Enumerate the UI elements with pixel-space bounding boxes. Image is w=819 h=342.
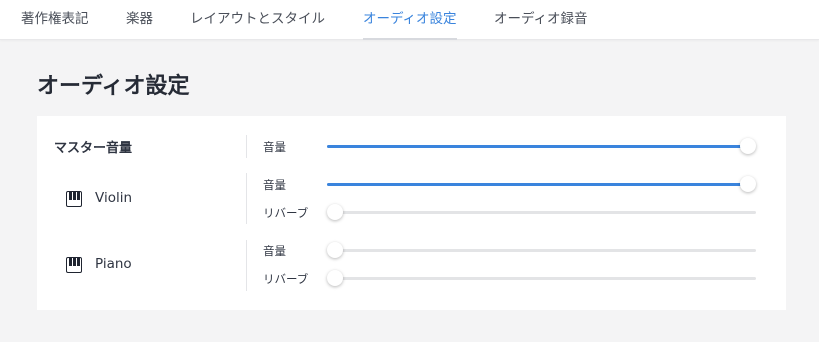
violin-volume-slider[interactable]: [327, 176, 756, 192]
slider-thumb[interactable]: [327, 270, 343, 286]
tab-audio-settings[interactable]: オーディオ設定: [363, 0, 457, 40]
master-volume-label: マスター音量: [54, 141, 133, 156]
reverb-label: リバーブ: [263, 272, 309, 286]
violin-reverb-slider[interactable]: [327, 204, 756, 220]
tab-audio-recording[interactable]: オーディオ録音: [494, 0, 588, 40]
volume-label: 音量: [263, 244, 286, 258]
slider-track: [327, 210, 756, 214]
page-title: オーディオ設定: [37, 74, 190, 99]
tab-layout-style[interactable]: レイアウトとスタイル: [190, 0, 325, 40]
slider-track: [327, 276, 756, 280]
slider-thumb[interactable]: [327, 204, 343, 220]
slider-thumb[interactable]: [740, 176, 756, 192]
master-volume-slider[interactable]: [327, 138, 756, 154]
divider: [246, 135, 247, 158]
tab-copyright[interactable]: 著作権表記: [21, 0, 89, 40]
slider-track: [327, 248, 756, 252]
instrument-name: Piano: [95, 256, 132, 272]
tab-instruments[interactable]: 楽器: [126, 0, 153, 40]
slider-thumb[interactable]: [327, 242, 343, 258]
volume-label: 音量: [263, 140, 286, 154]
divider: [246, 240, 247, 291]
piano-reverb-slider[interactable]: [327, 270, 756, 286]
divider: [246, 173, 247, 224]
piano-volume-slider[interactable]: [327, 242, 756, 258]
audio-settings-panel: マスター音量 音量 Violin 音量 リバーブ Piano 音量 リバーブ: [37, 116, 786, 310]
tab-bar: 著作権表記 楽器 レイアウトとスタイル オーディオ設定 オーディオ録音: [0, 0, 819, 40]
piano-keys-icon: [66, 191, 82, 207]
reverb-label: リバーブ: [263, 206, 309, 220]
instrument-name: Violin: [95, 190, 133, 206]
slider-fill: [327, 182, 748, 186]
volume-label: 音量: [263, 178, 286, 192]
slider-fill: [327, 144, 748, 148]
slider-thumb[interactable]: [740, 138, 756, 154]
piano-keys-icon: [66, 257, 82, 273]
